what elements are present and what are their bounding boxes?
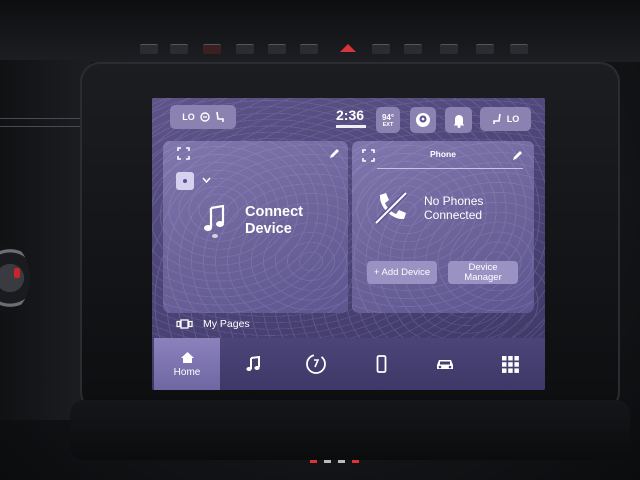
chevron-down-icon[interactable] (202, 177, 211, 183)
left-fan-label: LO (182, 112, 195, 122)
hardware-button[interactable] (372, 44, 390, 54)
hardware-button[interactable] (404, 44, 422, 54)
source-selector[interactable] (176, 172, 194, 190)
phone-card[interactable]: Phone No Phones Connected + Add Device D… (352, 141, 534, 313)
music-notes-icon (204, 205, 225, 238)
seat-icon (215, 111, 224, 122)
right-seat-fan-button[interactable]: LO (480, 107, 531, 131)
temperature-unit: EXT (382, 121, 394, 128)
hardware-button[interactable] (440, 44, 458, 54)
phone-disconnected-icon (374, 191, 408, 225)
infotainment-screen: LO 2:36 94° EXT LO Connect Device Phone … (152, 98, 545, 390)
nav-vehicle[interactable] (412, 338, 478, 390)
hardware-button[interactable] (476, 44, 494, 54)
hardware-button[interactable] (140, 44, 158, 54)
apps-grid-icon (501, 355, 519, 373)
device-manager-button[interactable]: Device Manager (448, 261, 518, 284)
nav-apps[interactable] (477, 338, 543, 390)
outside-temperature: 94° EXT (376, 107, 400, 133)
hardware-button[interactable] (170, 44, 188, 54)
right-fan-label: LO (506, 114, 520, 124)
my-pages-button[interactable]: My Pages (176, 317, 250, 331)
hazard-button-icon[interactable] (340, 44, 356, 52)
lower-console (70, 400, 630, 460)
edit-pencil-icon[interactable] (328, 147, 341, 160)
media-card[interactable]: Connect Device (163, 141, 348, 313)
source-dot-icon (183, 179, 187, 183)
bell-icon (453, 114, 464, 128)
nav-home-label: Home (173, 366, 201, 378)
bottom-nav-bar: Home (152, 338, 545, 390)
clock: 2:36 (336, 107, 365, 123)
nav-phone[interactable] (348, 338, 414, 390)
temperature-value: 94° (381, 112, 395, 122)
left-seat-fan-button[interactable]: LO (170, 105, 236, 129)
car-icon (437, 360, 453, 369)
edit-pencil-icon[interactable] (511, 149, 524, 162)
phone-card-title: Phone (430, 149, 456, 159)
steering-heat-icon (200, 112, 210, 122)
title-divider (377, 168, 523, 169)
home-icon (180, 351, 194, 363)
indicator-light (352, 460, 359, 463)
indicator-light (338, 460, 345, 463)
hardware-button[interactable] (203, 44, 221, 54)
music-note-icon (246, 356, 260, 371)
add-device-button[interactable]: + Add Device (367, 261, 437, 284)
no-phones-status: No Phones Connected (424, 194, 484, 222)
nav-home[interactable]: Home (154, 338, 220, 390)
connect-device-label[interactable]: Connect Device (245, 204, 340, 238)
dashboard-leather-panel (0, 60, 90, 420)
hardware-button[interactable] (510, 44, 528, 54)
hardware-button[interactable] (236, 44, 254, 54)
pages-icon (176, 319, 193, 329)
notifications-button[interactable] (445, 107, 472, 133)
knob-indicator (14, 268, 20, 278)
indicator-light (310, 460, 317, 463)
profile-avatar-icon (416, 113, 430, 127)
steering-heat-icon (492, 113, 501, 124)
nav-media[interactable] (220, 338, 286, 390)
indicator-light (324, 460, 331, 463)
expand-icon[interactable] (362, 149, 375, 162)
climate-dial-icon (306, 354, 326, 374)
hardware-button[interactable] (268, 44, 286, 54)
nav-climate[interactable] (283, 338, 349, 390)
smartphone-icon (376, 355, 386, 373)
dashboard-top (0, 0, 640, 62)
clock-underline (336, 125, 366, 128)
my-pages-label: My Pages (203, 318, 250, 330)
expand-icon[interactable] (177, 147, 190, 160)
hardware-button[interactable] (300, 44, 318, 54)
profile-button[interactable] (410, 107, 436, 133)
